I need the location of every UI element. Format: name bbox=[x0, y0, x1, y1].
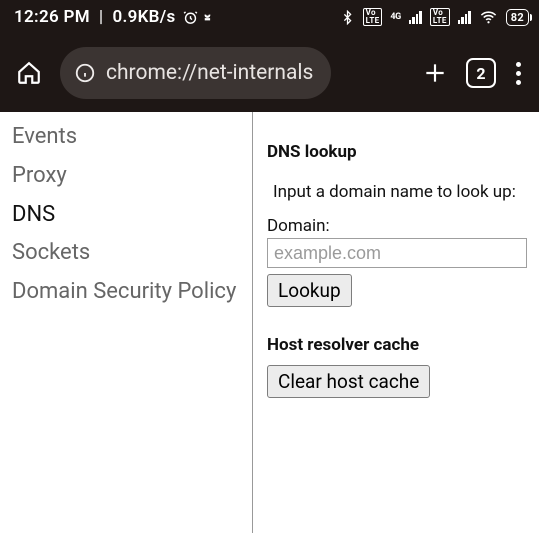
sidebar: Events Proxy DNS Sockets Domain Security… bbox=[0, 112, 253, 533]
tab-count: 2 bbox=[476, 64, 485, 83]
menu-button[interactable] bbox=[510, 56, 527, 91]
home-button[interactable] bbox=[12, 56, 46, 90]
address-bar[interactable]: chrome://net-internals bbox=[60, 47, 331, 99]
dns-lookup-hint: Input a domain name to look up: bbox=[273, 182, 539, 202]
sidebar-item-label: Sockets bbox=[12, 240, 90, 265]
status-time: 12:26 PM bbox=[14, 7, 90, 27]
clear-host-cache-button[interactable]: Clear host cache bbox=[267, 365, 430, 398]
signal-icon-2 bbox=[458, 11, 471, 24]
chrome-toolbar: chrome://net-internals 2 bbox=[0, 34, 539, 112]
host-resolver-cache-section: Host resolver cache Clear host cache bbox=[267, 335, 539, 398]
new-tab-button[interactable] bbox=[418, 56, 452, 90]
status-separator: | bbox=[96, 7, 107, 27]
signal-icon-1 bbox=[409, 11, 422, 24]
url-text: chrome://net-internals bbox=[106, 61, 313, 85]
network-type-icon: 4G bbox=[390, 12, 400, 22]
sidebar-item-label: Events bbox=[12, 124, 77, 149]
net-internals-page: Events Proxy DNS Sockets Domain Security… bbox=[0, 112, 539, 533]
volte-icon-1: VoLTE bbox=[363, 8, 383, 26]
section-title: Host resolver cache bbox=[267, 335, 539, 355]
sidebar-item-dns[interactable]: DNS bbox=[12, 196, 242, 235]
sidebar-item-label: Domain Security Policy bbox=[12, 279, 236, 304]
battery-icon: 82 bbox=[506, 9, 529, 26]
sidebar-item-label: DNS bbox=[12, 202, 55, 227]
bluetooth-icon bbox=[340, 10, 355, 25]
sidebar-item-domain-security-policy[interactable]: Domain Security Policy bbox=[12, 273, 242, 312]
tab-switcher-button[interactable]: 2 bbox=[466, 58, 496, 88]
volte-icon-2: VoLTE bbox=[430, 8, 450, 26]
alarm-icon bbox=[182, 9, 199, 26]
sidebar-item-events[interactable]: Events bbox=[12, 118, 242, 157]
sidebar-item-label: Proxy bbox=[12, 163, 67, 188]
sidebar-item-sockets[interactable]: Sockets bbox=[12, 234, 242, 273]
lookup-button[interactable]: Lookup bbox=[267, 274, 352, 307]
android-status-bar: 12:26 PM | 0.9KB/s ⏓ VoLTE 4G VoLTE 82 bbox=[0, 0, 539, 34]
sync-icon: ⏓ bbox=[205, 9, 211, 26]
site-info-icon[interactable] bbox=[74, 62, 96, 84]
section-title: DNS lookup bbox=[267, 142, 539, 162]
domain-input[interactable] bbox=[267, 238, 527, 268]
dns-lookup-section: DNS lookup Input a domain name to look u… bbox=[267, 142, 539, 307]
status-net-speed: 0.9KB/s bbox=[112, 7, 175, 27]
wifi-icon bbox=[479, 8, 498, 27]
sidebar-item-proxy[interactable]: Proxy bbox=[12, 157, 242, 196]
domain-field-label: Domain: bbox=[267, 216, 539, 236]
main-panel: DNS lookup Input a domain name to look u… bbox=[253, 112, 539, 533]
